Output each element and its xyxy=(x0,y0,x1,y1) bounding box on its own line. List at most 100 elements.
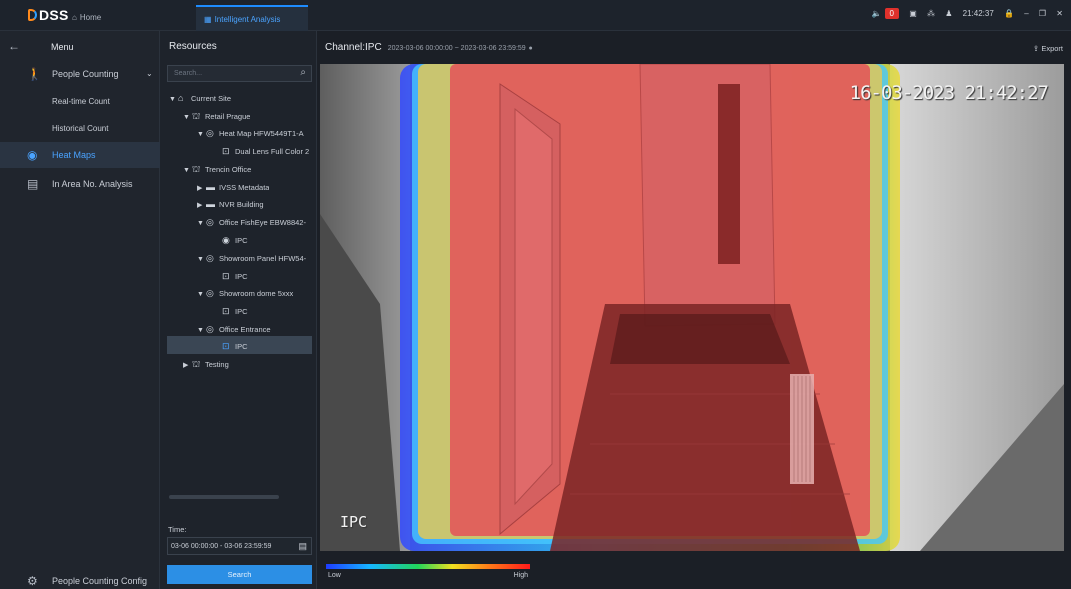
network-icon[interactable]: ⁂ xyxy=(927,9,935,18)
sidebar-item-people-counting[interactable]: 🚶 People Counting ⌄ xyxy=(0,61,160,87)
people-counting-config[interactable]: ⚙ People Counting Config xyxy=(0,568,160,589)
resources-panel: Resources Search... ⌕ ▼ ⌂ Current Site ▼ ⛫ R… xyxy=(160,31,317,589)
user-icon[interactable]: ♟ xyxy=(945,9,952,18)
channel-icon: ⊡ xyxy=(222,146,230,156)
horizontal-scrollbar[interactable] xyxy=(169,495,279,499)
tab-intelligent-analysis-label: Intelligent Analysis xyxy=(214,15,281,24)
export-button[interactable]: ⇪ Export xyxy=(1033,44,1063,53)
sidebar-item-label: People Counting xyxy=(52,69,119,79)
lock-icon[interactable]: 🔒 xyxy=(1004,9,1014,18)
sidebar-item-in-area-analysis[interactable]: ▤ In Area No. Analysis xyxy=(0,171,160,197)
tree-node-ipc-showroom-panel[interactable]: ⊡ IPC xyxy=(222,271,248,289)
resource-search-input[interactable]: Search... ⌕ xyxy=(167,65,312,82)
camera-icon: ◎ xyxy=(206,324,214,334)
sidebar-item-label: Real-time Count xyxy=(52,97,110,106)
tree-node-testing[interactable]: ▶ ⛫ Testing xyxy=(183,359,229,377)
home-icon: ⌂ xyxy=(72,13,77,22)
message-icon[interactable]: ▣ xyxy=(909,9,917,18)
tree-node-label: NVR Building xyxy=(219,200,264,209)
camera-timestamp: 16-03-2023 21:42:27 xyxy=(849,82,1049,104)
person-walk-icon: 🚶 xyxy=(27,67,42,81)
site-icon: ⌂ xyxy=(178,93,184,103)
gear-icon: ⚙ xyxy=(27,574,38,588)
camera-icon: ◎ xyxy=(206,288,214,298)
tree-node-trencin-office[interactable]: ▼ ⛫ Trencin Office xyxy=(183,164,251,182)
channel-icon: ⊡ xyxy=(222,341,230,351)
tab-home-label: Home xyxy=(79,13,102,22)
tree-node-label: Trencin Office xyxy=(205,165,252,174)
sidebar-item-historical-count[interactable]: Historical Count xyxy=(0,116,160,142)
search-button[interactable]: Search xyxy=(167,565,312,584)
area-analysis-icon: ▤ xyxy=(27,177,39,191)
tree-node-label: Office FishEye EBW8842- xyxy=(219,218,306,227)
search-icon[interactable]: ⌕ xyxy=(300,67,306,78)
tree-node-label: Showroom Panel HFW54- xyxy=(219,254,307,263)
expand-down-icon[interactable]: ▼ xyxy=(197,220,206,227)
left-sidebar: ← Menu 🚶 People Counting ⌄ Real-time Cou… xyxy=(0,31,160,589)
sidebar-item-heat-maps[interactable]: ◉ Heat Maps xyxy=(0,142,160,168)
tree-node-label: Dual Lens Full Color 2 xyxy=(235,147,310,156)
tab-intelligent-analysis[interactable]: ▦ Intelligent Analysis xyxy=(196,5,308,31)
org-icon: ⛫ xyxy=(192,111,201,121)
tab-home[interactable]: ⌂ Home xyxy=(64,5,109,31)
expand-down-icon[interactable]: ▼ xyxy=(197,256,206,263)
camera-icon: ◎ xyxy=(206,128,214,138)
camera-scene xyxy=(320,64,1064,551)
channel-time-range: 2023-03-06 00:00:00 ~ 2023-03-06 23:59:5… xyxy=(387,45,526,52)
sidebar-item-label: In Area No. Analysis xyxy=(52,179,133,189)
tree-node-label: IPC xyxy=(235,236,248,245)
calendar-icon[interactable]: ▤ xyxy=(298,541,307,552)
camera-channel-label: IPC xyxy=(340,513,368,531)
expand-right-icon[interactable]: ▶ xyxy=(183,361,192,369)
tree-node-nvr-building[interactable]: ▶ ▬ NVR Building xyxy=(197,199,264,217)
tree-node-dual-lens[interactable]: ⊡ Dual Lens Full Color 2 xyxy=(222,146,313,164)
time-range-field[interactable]: 03-06 00:00:00 - 03-06 23:59:59 ▤ xyxy=(167,537,312,555)
expand-down-icon[interactable]: ▼ xyxy=(197,327,206,334)
fisheye-icon: ◉ xyxy=(222,235,230,245)
sidebar-item-label: Heat Maps xyxy=(52,150,96,160)
tree-node-showroom-panel[interactable]: ▼ ◎ Showroom Panel HFW54- xyxy=(197,253,313,271)
heat-legend: Low High xyxy=(326,564,530,579)
tree-node-label: IPC xyxy=(235,342,248,351)
tree-node-label: IPC xyxy=(235,307,248,316)
camera-icon: ◎ xyxy=(206,217,214,227)
tree-node-showroom-dome[interactable]: ▼ ◎ Showroom dome 5xxx xyxy=(197,288,293,306)
tree-node-label: IVSS Metadata xyxy=(219,183,270,192)
back-arrow-icon: ← xyxy=(8,39,20,53)
tree-node-current-site[interactable]: ▼ ⌂ Current Site xyxy=(169,93,231,111)
channel-title: Channel:IPC xyxy=(325,42,382,53)
sidebar-item-realtime-count[interactable]: Real-time Count xyxy=(0,89,160,115)
heat-legend-gradient xyxy=(326,564,530,569)
camera-icon: ◎ xyxy=(206,253,214,263)
channel-icon: ⊡ xyxy=(222,271,230,281)
tree-node-label: Current Site xyxy=(191,94,232,103)
info-icon[interactable]: ● xyxy=(528,45,532,52)
expand-down-icon[interactable]: ▼ xyxy=(197,291,206,298)
menu-toggle[interactable]: ← Menu xyxy=(0,34,160,60)
expand-down-icon[interactable]: ▼ xyxy=(169,96,178,103)
tree-node-label: Testing xyxy=(205,360,229,369)
tree-node-heat-map-camera[interactable]: ▼ ◎ Heat Map HFW5449T1-A xyxy=(197,128,313,146)
org-icon: ⛫ xyxy=(192,164,201,174)
tree-node-office-fisheye[interactable]: ▼ ◎ Office FishEye EBW8842- xyxy=(197,217,313,235)
channel-icon: ⊡ xyxy=(222,306,230,316)
minimize-icon[interactable]: – xyxy=(1024,9,1028,18)
expand-down-icon[interactable]: ▼ xyxy=(183,167,192,174)
alarm-count-badge[interactable]: 0 xyxy=(884,8,899,19)
speaker-icon[interactable]: 🔈 xyxy=(872,9,882,18)
expand-down-icon[interactable]: ▼ xyxy=(197,131,206,138)
close-icon[interactable]: ✕ xyxy=(1056,9,1063,18)
expand-right-icon[interactable]: ▶ xyxy=(197,201,206,209)
expand-right-icon[interactable]: ▶ xyxy=(197,184,206,192)
expand-down-icon[interactable]: ▼ xyxy=(183,114,192,121)
tree-node-retail-prague[interactable]: ▼ ⛫ Retail Prague xyxy=(183,111,250,129)
tree-node-ipc-fisheye[interactable]: ◉ IPC xyxy=(222,235,248,253)
dss-logo: DSS xyxy=(28,7,69,23)
tree-node-ipc-showroom-dome[interactable]: ⊡ IPC xyxy=(222,306,248,324)
legend-low-label: Low xyxy=(328,572,341,579)
restore-icon[interactable]: ❐ xyxy=(1039,9,1046,18)
tree-node-ivss-metadata[interactable]: ▶ ▬ IVSS Metadata xyxy=(197,182,269,200)
search-placeholder: Search... xyxy=(174,70,203,77)
heatmap-video-view[interactable]: 16-03-2023 21:42:27 IPC xyxy=(320,64,1064,551)
tree-node-ipc-office-entrance[interactable]: ⊡ IPC xyxy=(167,336,312,354)
